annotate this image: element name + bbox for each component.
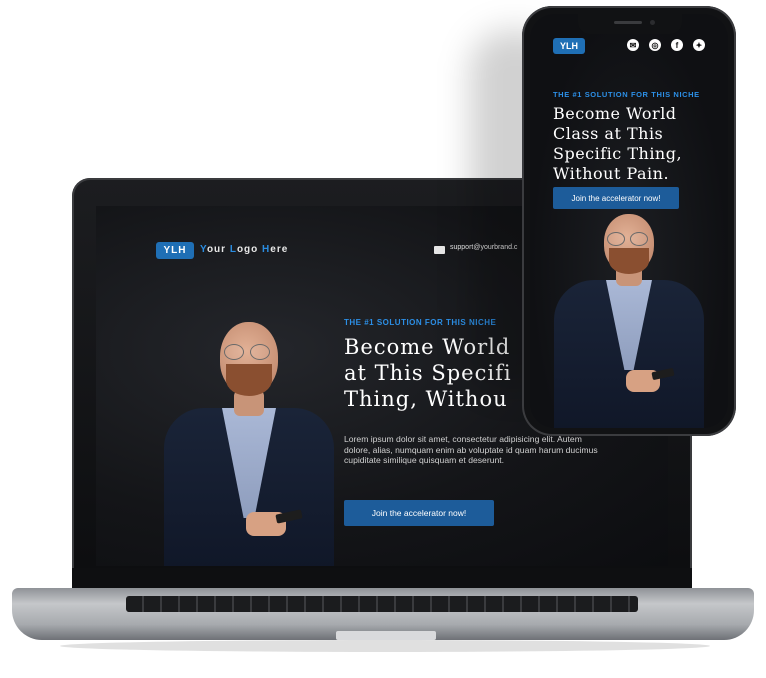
headline-line: Class at This bbox=[553, 124, 664, 143]
logo-text[interactable]: Your Logo Here bbox=[200, 244, 288, 255]
hero-body-text: Lorem ipsum dolor sit amet, consectetur … bbox=[344, 434, 598, 465]
laptop-trackpad-notch bbox=[336, 631, 436, 640]
hero-person-photo bbox=[154, 316, 334, 566]
headline-line: Without Pain. bbox=[553, 164, 670, 183]
logo-text-part: L bbox=[229, 244, 237, 255]
laptop-keyboard bbox=[126, 596, 638, 612]
logo-text-part: ere bbox=[270, 244, 289, 255]
phone-speaker bbox=[614, 21, 642, 24]
twitter-icon[interactable]: ✦ bbox=[693, 39, 705, 51]
mail-icon[interactable]: ✉ bbox=[627, 39, 639, 51]
logo-text-part: Y bbox=[200, 244, 207, 255]
mail-icon bbox=[434, 246, 445, 254]
logo-text-part: our bbox=[206, 244, 230, 255]
hero-person-photo bbox=[544, 210, 714, 428]
headline-line: Specific Thing, bbox=[553, 144, 683, 163]
logo-badge[interactable]: YLH bbox=[553, 38, 585, 54]
join-accelerator-button[interactable]: Join the accelerator now! bbox=[344, 500, 494, 526]
phone-camera bbox=[650, 20, 655, 25]
hero-eyebrow: THE #1 SOLUTION FOR THIS NICHE bbox=[553, 90, 700, 99]
headline-line: Become World bbox=[553, 104, 677, 123]
logo-badge[interactable]: YLH bbox=[156, 242, 194, 259]
laptop-hinge bbox=[72, 568, 692, 590]
phone-notch bbox=[578, 14, 682, 34]
instagram-icon[interactable]: ◎ bbox=[649, 39, 661, 51]
facebook-icon[interactable]: f bbox=[671, 39, 683, 51]
logo-text-part: ogo bbox=[236, 244, 263, 255]
laptop-shadow bbox=[60, 640, 710, 652]
join-accelerator-button[interactable]: Join the accelerator now! bbox=[553, 187, 679, 209]
hero-headline: Become World Class at This Specific Thin… bbox=[553, 104, 723, 184]
phone-screen: YLH ✉ ◎ f ✦ THE #1 SOLUTION FOR THIS NIC… bbox=[530, 14, 728, 428]
